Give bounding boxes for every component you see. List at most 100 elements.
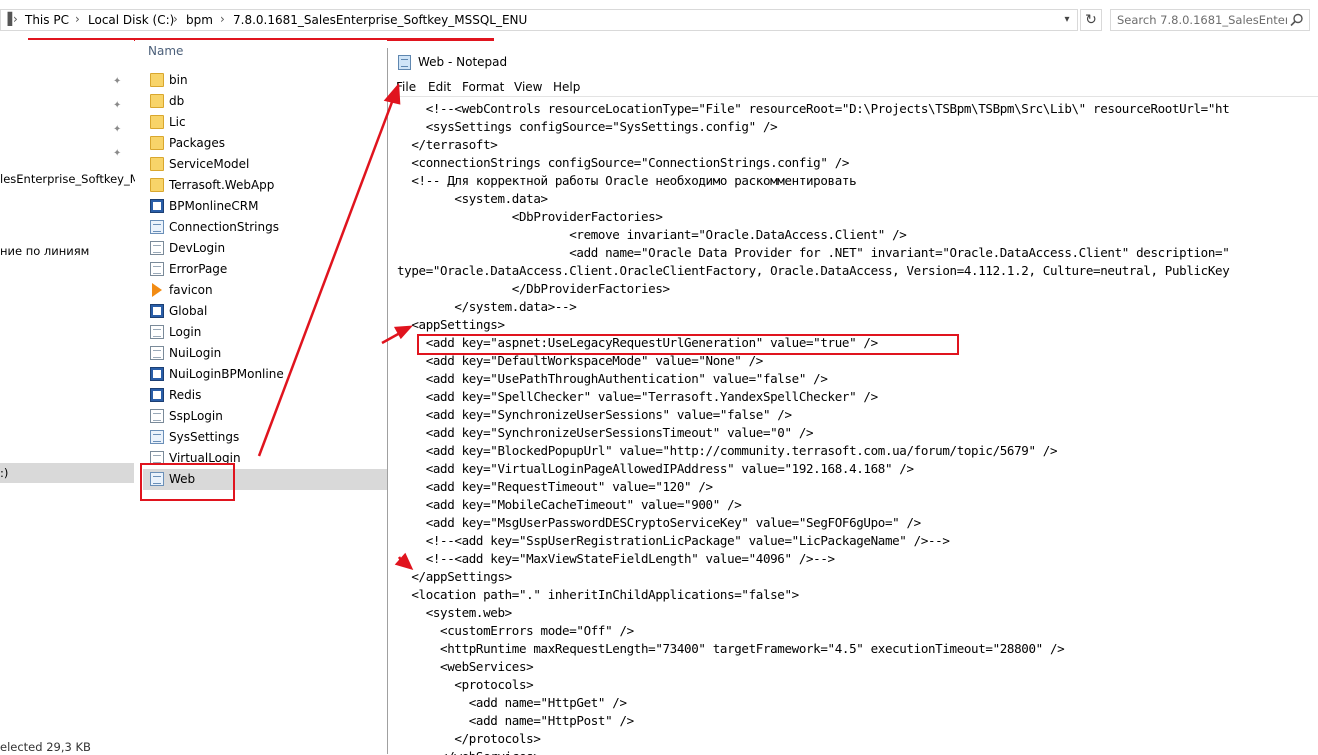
file-rows: bin db Lic Packages ServiceModel Terrasoft.We… bbox=[135, 40, 387, 754]
file-row-ssplogin[interactable]: SspLogin bbox=[143, 406, 387, 427]
chevron-right-icon[interactable]: › bbox=[173, 12, 178, 26]
menu-file[interactable]: File bbox=[396, 80, 416, 94]
file-row-errorpage[interactable]: ErrorPage bbox=[143, 259, 387, 280]
file-row-bpmonlinecrm[interactable]: BPMonlineCRM bbox=[143, 196, 387, 217]
pin-icon[interactable]: ✦ bbox=[113, 124, 121, 135]
chevron-right-icon[interactable]: › bbox=[75, 12, 80, 26]
file-row-connectionstrings[interactable]: ConnectionStrings bbox=[143, 217, 387, 238]
chevron-down-icon[interactable]: ▾ bbox=[1056, 9, 1078, 31]
nav-item[interactable]: lesEnterprise_Softkey_MSS bbox=[0, 172, 154, 186]
text-line: <customErrors mode="Off" /> bbox=[397, 623, 634, 638]
text-line: <!--<add key="SspUserRegistrationLicPack… bbox=[397, 533, 950, 548]
notepad-icon bbox=[398, 55, 411, 70]
app-icon bbox=[150, 199, 164, 213]
search-box[interactable] bbox=[1110, 9, 1310, 31]
text-line: <remove invariant="Oracle.DataAccess.Cli… bbox=[397, 227, 907, 242]
breadcrumb-this-pc[interactable]: This PC bbox=[25, 13, 69, 27]
navigation-pane[interactable]: ✦ ✦ ✦ ✦ lesEnterprise_Softkey_MSS ние по… bbox=[0, 40, 154, 754]
text-line: type="Oracle.DataAccess.Client.OracleCli… bbox=[397, 263, 1230, 278]
text-line: <add name="HttpGet" /> bbox=[397, 695, 627, 710]
chevron-right-icon[interactable]: › bbox=[220, 12, 225, 26]
text-editor-area[interactable]: <!--<webControls resourceLocationType="F… bbox=[390, 96, 1318, 755]
file-name: SysSettings bbox=[169, 430, 240, 444]
file-row-lic[interactable]: Lic bbox=[143, 112, 387, 133]
nav-item-label: :) bbox=[0, 466, 9, 480]
file-name: NuiLogin bbox=[169, 346, 222, 360]
breadcrumb-bpm[interactable]: bpm bbox=[186, 13, 213, 27]
text-line: <connectionStrings configSource="Connect… bbox=[397, 155, 850, 170]
document-icon bbox=[150, 346, 164, 360]
file-row-favicon[interactable]: favicon bbox=[143, 280, 387, 301]
file-row-db[interactable]: db bbox=[143, 91, 387, 112]
file-row-terrasoft-webapp[interactable]: Terrasoft.WebApp bbox=[143, 175, 387, 196]
notepad-window[interactable]: Web - Notepad File Edit Format View Help… bbox=[387, 48, 1318, 755]
text-line: <add key="SynchronizeUserSessions" value… bbox=[397, 407, 792, 422]
folder-icon bbox=[150, 136, 164, 150]
file-row-devlogin[interactable]: DevLogin bbox=[143, 238, 387, 259]
folder-icon bbox=[150, 178, 164, 192]
document-icon bbox=[150, 409, 164, 423]
annotation-box-highlight-line bbox=[417, 334, 959, 355]
app-icon bbox=[150, 304, 164, 318]
document-icon bbox=[150, 325, 164, 339]
file-name: favicon bbox=[169, 283, 213, 297]
pin-icon[interactable]: ✦ bbox=[113, 76, 121, 87]
file-row-servicemodel[interactable]: ServiceModel bbox=[143, 154, 387, 175]
nav-item-selected[interactable]: :) bbox=[0, 463, 134, 483]
text-line: <add name="HttpPost" /> bbox=[397, 713, 634, 728]
breadcrumb-current-folder[interactable]: 7.8.0.1681_SalesEnterprise_Softkey_MSSQL… bbox=[233, 13, 527, 27]
text-line: <webServices> bbox=[397, 659, 534, 674]
text-line: <sysSettings configSource="SysSettings.c… bbox=[397, 119, 778, 134]
file-name: bin bbox=[169, 73, 188, 87]
file-name: ConnectionStrings bbox=[169, 220, 279, 234]
file-row-nuilogin[interactable]: NuiLogin bbox=[143, 343, 387, 364]
text-line: <appSettings> bbox=[397, 317, 505, 332]
text-line: <!-- Для корректной работы Oracle необхо… bbox=[397, 173, 857, 188]
vlc-icon bbox=[152, 283, 162, 297]
document-icon bbox=[150, 241, 164, 255]
breadcrumb[interactable]: ▐ › This PC › Local Disk (C:) › bpm › 7.… bbox=[0, 9, 1078, 31]
file-row-syssettings[interactable]: SysSettings bbox=[143, 427, 387, 448]
menu-format[interactable]: Format bbox=[462, 80, 504, 94]
file-name: Redis bbox=[169, 388, 202, 402]
file-row-packages[interactable]: Packages bbox=[143, 133, 387, 154]
text-line: <add key="RequestTimeout" value="120" /> bbox=[397, 479, 713, 494]
text-line: <!--<webControls resourceLocationType="F… bbox=[397, 101, 1230, 116]
file-name: Packages bbox=[169, 136, 225, 150]
text-line: </protocols> bbox=[397, 731, 541, 746]
file-name: BPMonlineCRM bbox=[169, 199, 259, 213]
text-line: </system.data>--> bbox=[397, 299, 577, 314]
file-name: ServiceModel bbox=[169, 157, 250, 171]
text-line: <add key="SynchronizeUserSessionsTimeout… bbox=[397, 425, 814, 440]
app-icon bbox=[150, 367, 164, 381]
text-line: <DbProviderFactories> bbox=[397, 209, 663, 224]
status-bar-text: elected 29,3 KB bbox=[0, 740, 91, 754]
menu-edit[interactable]: Edit bbox=[428, 80, 451, 94]
chevron-right-icon[interactable]: › bbox=[13, 12, 18, 26]
file-row-nuiloginbpmonline[interactable]: NuiLoginBPMonline bbox=[143, 364, 387, 385]
refresh-icon[interactable]: ↻ bbox=[1080, 9, 1102, 31]
menu-help[interactable]: Help bbox=[553, 80, 580, 94]
document-icon bbox=[150, 262, 164, 276]
text-line: <httpRuntime maxRequestLength="73400" ta… bbox=[397, 641, 1065, 656]
file-row-global[interactable]: Global bbox=[143, 301, 387, 322]
text-line: <protocols> bbox=[397, 677, 534, 692]
text-line: <add key="VirtualLoginPageAllowedIPAddre… bbox=[397, 461, 914, 476]
pin-icon[interactable]: ✦ bbox=[113, 148, 121, 159]
file-row-login[interactable]: Login bbox=[143, 322, 387, 343]
menu-view[interactable]: View bbox=[514, 80, 542, 94]
pin-icon[interactable]: ✦ bbox=[113, 100, 121, 111]
search-input[interactable] bbox=[1117, 12, 1287, 28]
folder-icon bbox=[150, 73, 164, 87]
text-line: <system.data> bbox=[397, 191, 548, 206]
menu-bar: File Edit Format View Help bbox=[388, 76, 1318, 96]
address-bar: ▐ › This PC › Local Disk (C:) › bpm › 7.… bbox=[0, 0, 1318, 40]
text-line: </DbProviderFactories> bbox=[397, 281, 670, 296]
file-row-redis[interactable]: Redis bbox=[143, 385, 387, 406]
nav-item[interactable]: ние по линиям bbox=[0, 244, 89, 258]
file-row-bin[interactable]: bin bbox=[143, 70, 387, 91]
search-icon[interactable] bbox=[1289, 12, 1305, 28]
breadcrumb-local-disk[interactable]: Local Disk (C:) bbox=[88, 13, 174, 27]
title-bar[interactable]: Web - Notepad bbox=[388, 48, 1318, 76]
text-line: <add key="SpellChecker" value="Terrasoft… bbox=[397, 389, 878, 404]
